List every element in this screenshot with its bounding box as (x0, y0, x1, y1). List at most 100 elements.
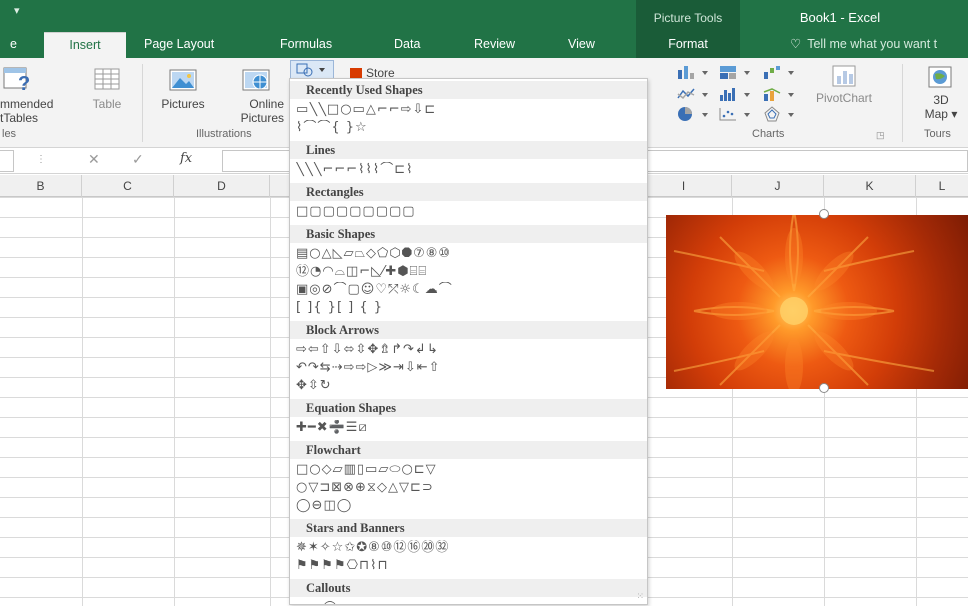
shape-row[interactable]: ▭╲╲□○▭△⌐⌐⇨⇩⊏ (296, 102, 644, 118)
ribbon-separator (902, 64, 903, 142)
column-header-i[interactable]: I (636, 175, 732, 197)
3d-map-line1: 3D (933, 93, 949, 107)
shape-category-header: Stars and Banners (290, 519, 647, 537)
group-label-tours: Tours (924, 128, 951, 140)
waterfall-chart-icon (764, 66, 794, 79)
shapes-button[interactable] (290, 60, 334, 80)
pictures-button[interactable]: Pictures (154, 64, 212, 111)
waterfall-chart-button[interactable] (762, 64, 796, 83)
hierarchy-chart-button[interactable] (718, 64, 752, 83)
radar-chart-icon (764, 106, 794, 122)
radar-chart-button[interactable] (762, 106, 796, 125)
cancel-entry-button[interactable]: ✕ (88, 151, 100, 168)
shape-row[interactable]: ◯⊖◫◯ (296, 498, 644, 514)
tab-file[interactable]: e (0, 32, 27, 58)
shape-row[interactable]: [ ]{ }[ ] { } (296, 300, 644, 316)
group-label-illustrations: Illustrations (196, 128, 252, 140)
grid-line (82, 197, 83, 606)
statistic-chart-button[interactable] (718, 86, 752, 105)
charts-dialog-launcher-icon[interactable]: ◳ (876, 130, 885, 141)
tab-review[interactable]: Review (464, 32, 525, 58)
column-header-d[interactable]: D (174, 175, 270, 197)
shape-category-header: Equation Shapes (290, 399, 647, 417)
shape-row[interactable]: ▣◎⊘⌒▢☺♡⤱☼☾☁⌒ (296, 282, 644, 298)
quick-access-toolbar-icon[interactable]: ▾ (14, 4, 20, 17)
pie-chart-button[interactable] (676, 106, 710, 125)
online-pictures-line1: Online (249, 97, 284, 111)
tab-formulas[interactable]: Formulas (270, 32, 342, 58)
hierarchy-chart-icon (720, 66, 750, 79)
line-chart-icon (677, 88, 708, 100)
column-header-b[interactable]: B (0, 175, 82, 197)
grid-line (270, 197, 271, 606)
column-header-l[interactable]: L (916, 175, 968, 197)
shape-row[interactable]: ✚━✖➗☰⧄ (296, 420, 644, 436)
shape-row[interactable]: ▤○△◺▱⏢◇⬠⬡⯃⑦⑧⑩ (296, 246, 644, 262)
resize-handle-bottom[interactable] (819, 383, 829, 393)
column-header-c[interactable]: C (82, 175, 174, 197)
svg-text:?: ? (18, 73, 30, 94)
resize-grip-icon[interactable]: ⁙ (636, 591, 644, 602)
tab-page-layout[interactable]: Page Layout (134, 32, 224, 58)
shape-row[interactable]: ⇨⇦⇧⇩⬄⇳✥⇯↱↷↲↳ (296, 342, 644, 358)
line-chart-button[interactable] (676, 86, 710, 105)
online-pictures-button[interactable]: Online Pictures (222, 64, 284, 125)
table-label: Table (92, 97, 122, 111)
group-label-charts: Charts (752, 128, 785, 140)
grid-line (174, 197, 175, 606)
shape-row[interactable]: ▭▭◯☁▭▭▭▭▭▭▭▭ (296, 600, 644, 604)
resize-handle-top[interactable] (819, 209, 829, 219)
column-chart-button[interactable] (676, 64, 710, 83)
combo-chart-button[interactable] (762, 86, 796, 105)
scatter-chart-button[interactable] (718, 106, 752, 125)
statistic-chart-icon (720, 88, 750, 101)
tab-view[interactable]: View (558, 32, 605, 58)
combo-chart-icon (763, 88, 794, 101)
column-chart-icon (678, 66, 708, 79)
3d-map-icon (928, 66, 952, 88)
pivotchart-button[interactable]: PivotChart (814, 64, 874, 105)
pivotchart-icon (832, 65, 856, 87)
shape-row[interactable]: ⑫◔◠⌓◫⌐◺⁄✚⬢⌸⌸ (296, 264, 644, 280)
shape-row[interactable]: ⌇⌒⌒{ }☆ (296, 120, 644, 136)
shape-row[interactable]: □○◇▱▥▯▭▱⬭○⊏▽ (296, 462, 644, 478)
shape-category-header: Callouts (290, 579, 647, 597)
column-header-j[interactable]: J (732, 175, 824, 197)
shape-row[interactable]: □▢▢▢▢▢▢▢▢ (296, 204, 644, 220)
pie-chart-icon (678, 107, 708, 121)
shape-category-header: Recently Used Shapes (290, 81, 647, 99)
ribbon-tabs: e Insert Page Layout Formulas Data Revie… (0, 32, 968, 58)
tab-data[interactable]: Data (384, 32, 430, 58)
shapes-icon (296, 63, 325, 77)
recommended-pivottable-icon: ? (3, 67, 30, 94)
shape-row[interactable]: ✵✶✧☆✩✪⑧⑩⑫⑯⑳㉜ (296, 540, 644, 556)
shape-row[interactable]: ╲╲╲⌐⌐⌐⌇⌇⌇⌒⊏⌇ (296, 162, 644, 178)
shape-category-header: Block Arrows (290, 321, 647, 339)
shape-row[interactable]: ○▽⊐⊠⊗⊕⧖◇△▽⊏⊃ (296, 480, 644, 496)
recommended-line2: tTables (0, 111, 39, 125)
enter-entry-button[interactable]: ✓ (132, 151, 144, 168)
3d-map-button[interactable]: 3D Map ▾ (918, 64, 964, 121)
shape-row[interactable]: ⚑⚑⚑⚑⎔⊓⌇⊓ (296, 558, 644, 574)
recommended-pivottables-button[interactable]: ? mmended tTables (0, 64, 70, 125)
tell-me-text: Tell me what you want t (807, 37, 938, 51)
table-icon (94, 68, 120, 90)
shape-row[interactable]: ✥⇳↻ (296, 378, 644, 394)
lightbulb-icon: ♡ (790, 37, 802, 51)
picture-icon (169, 69, 197, 91)
excel-window: ▾ Picture Tools Book1 - Excel e Insert P… (0, 0, 968, 606)
name-box[interactable] (0, 150, 14, 172)
shape-row[interactable]: ↶↷⇆⇢⇨⇨▷≫⇥⇩⇤⇧ (296, 360, 644, 376)
tab-format[interactable]: Format (636, 32, 740, 58)
formula-bar-grip-icon: ⋮ (36, 154, 46, 165)
insert-function-button[interactable]: fx (180, 151, 192, 166)
scatter-chart-icon (719, 108, 750, 121)
column-header-k[interactable]: K (824, 175, 916, 197)
tab-insert[interactable]: Insert (44, 32, 126, 58)
title-bar: ▾ Picture Tools Book1 - Excel (0, 0, 968, 32)
pivotchart-label: PivotChart (815, 91, 873, 105)
shape-category-header: Lines (290, 141, 647, 159)
inserted-picture[interactable] (666, 215, 968, 389)
table-button[interactable]: Table (86, 64, 128, 111)
tell-me-box[interactable]: ♡ Tell me what you want t (790, 32, 937, 58)
